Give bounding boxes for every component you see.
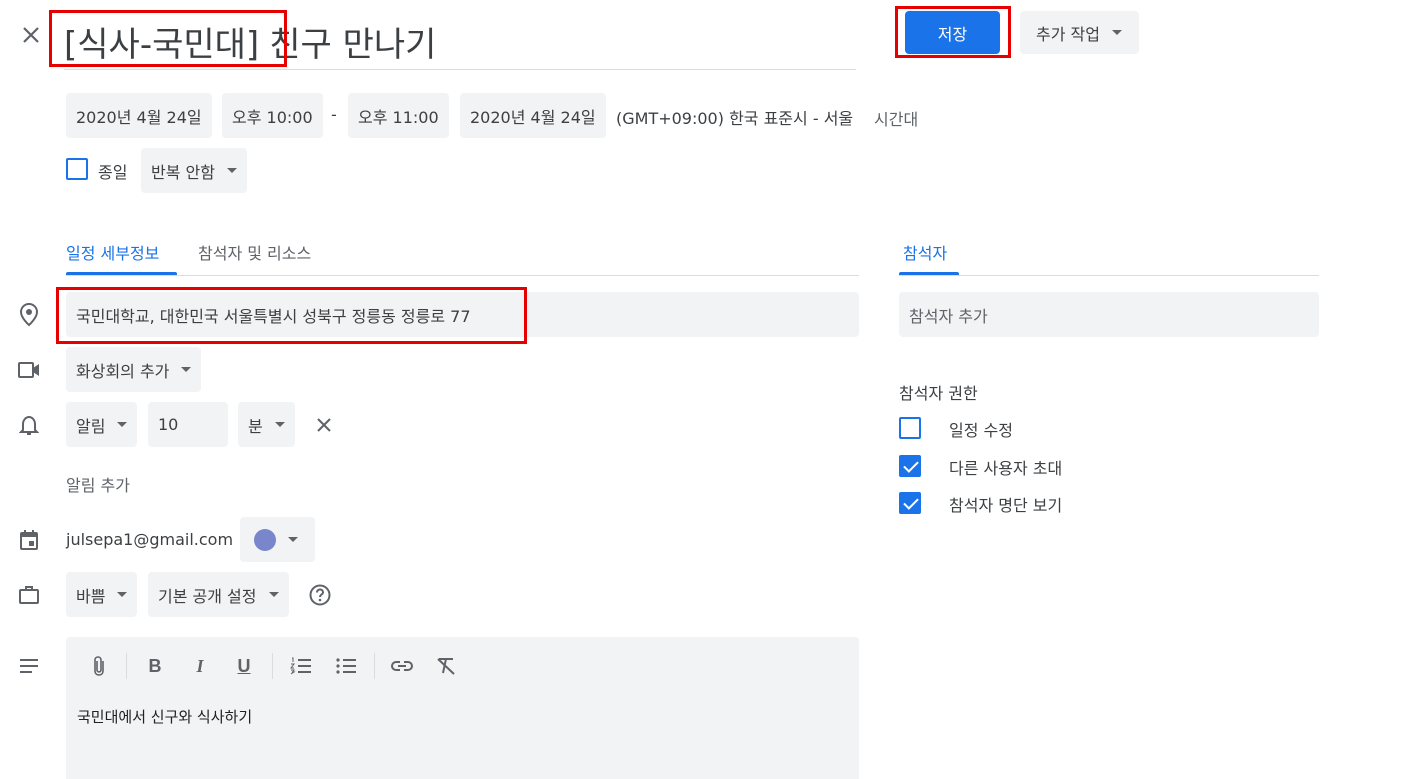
more-actions-label: 추가 작업 bbox=[1036, 24, 1100, 44]
description-icon bbox=[17, 654, 41, 678]
add-notification-link[interactable]: 알림 추가 bbox=[66, 472, 130, 496]
close-button[interactable] bbox=[19, 23, 43, 47]
event-title-prefix: [식사-국민대] bbox=[64, 25, 260, 65]
notification-type-text: 알림 bbox=[76, 416, 106, 436]
start-date-field[interactable]: 2020년 4월 24일 bbox=[66, 93, 212, 138]
end-time-text: 오후 11:00 bbox=[358, 107, 439, 127]
close-icon bbox=[317, 418, 331, 432]
numbered-list-button[interactable] bbox=[286, 651, 316, 681]
event-color-dropdown[interactable] bbox=[240, 517, 315, 562]
bold-button[interactable]: B bbox=[140, 651, 170, 681]
location-text: 국민대학교, 대한민국 서울특별시 성북구 정릉동 정릉로 77 bbox=[76, 306, 471, 326]
help-icon[interactable] bbox=[308, 583, 332, 607]
notification-unit-dropdown[interactable]: 분 bbox=[238, 402, 295, 447]
italic-button[interactable]: I bbox=[185, 651, 215, 681]
permission-label: 다른 사용자 초대 bbox=[949, 459, 1063, 478]
permission-invite-others-checkbox[interactable] bbox=[899, 455, 921, 477]
start-date-text: 2020년 4월 24일 bbox=[76, 107, 202, 127]
attachment-button[interactable] bbox=[84, 651, 114, 681]
guest-permissions-title: 참석자 권한 bbox=[899, 384, 978, 403]
description-text: 국민대에서 신구와 식사하기 bbox=[77, 708, 253, 726]
start-time-field[interactable]: 오후 10:00 bbox=[222, 93, 323, 138]
notification-type-dropdown[interactable]: 알림 bbox=[66, 402, 138, 447]
toolbar-separator bbox=[272, 653, 273, 679]
link-icon bbox=[390, 661, 414, 671]
insert-link-button[interactable] bbox=[387, 651, 417, 681]
underline-button[interactable]: U bbox=[229, 651, 259, 681]
location-pin-icon bbox=[17, 303, 41, 327]
chevron-down-icon bbox=[274, 422, 285, 427]
repeat-dropdown[interactable]: 반복 안함 bbox=[141, 148, 247, 193]
busy-status-dropdown[interactable]: 바쁨 bbox=[66, 572, 138, 617]
permission-modify-event-checkbox[interactable] bbox=[899, 417, 921, 439]
add-conference-label: 화상회의 추가 bbox=[76, 361, 170, 381]
permission-see-guest-list-checkbox[interactable] bbox=[899, 492, 921, 514]
toolbar-separator bbox=[126, 653, 127, 679]
save-button-label: 저장 bbox=[937, 24, 968, 44]
chevron-down-icon bbox=[117, 592, 128, 597]
event-color-swatch bbox=[254, 528, 276, 551]
allday-label: 종일 bbox=[98, 163, 128, 182]
guests-tabs-divider bbox=[899, 275, 1319, 276]
visibility-dropdown[interactable]: 기본 공개 설정 bbox=[148, 572, 289, 617]
remove-notification-button[interactable] bbox=[312, 413, 336, 437]
video-camera-icon bbox=[17, 358, 41, 382]
repeat-selected-text: 반복 안함 bbox=[151, 162, 215, 182]
toolbar-separator bbox=[374, 653, 375, 679]
timezone-link[interactable]: 시간대 bbox=[874, 106, 918, 130]
end-time-field[interactable]: 오후 11:00 bbox=[348, 93, 449, 138]
notification-amount-input[interactable]: 10 bbox=[148, 402, 228, 447]
time-range-separator: - bbox=[331, 105, 337, 124]
more-actions-button[interactable]: 추가 작업 bbox=[1020, 11, 1139, 54]
busy-status-text: 바쁨 bbox=[76, 586, 106, 606]
briefcase-icon bbox=[17, 583, 41, 607]
tab-guests[interactable]: 참석자 bbox=[903, 240, 947, 264]
chevron-down-icon bbox=[268, 592, 279, 597]
remove-formatting-button[interactable] bbox=[431, 651, 461, 681]
bulleted-list-button[interactable] bbox=[331, 651, 361, 681]
bulleted-list-icon bbox=[336, 658, 356, 674]
notification-unit-text: 분 bbox=[248, 416, 263, 436]
location-field[interactable]: 국민대학교, 대한민국 서울특별시 성북구 정릉동 정릉로 77 bbox=[66, 292, 859, 337]
close-icon bbox=[23, 27, 39, 43]
start-time-text: 오후 10:00 bbox=[232, 107, 313, 127]
timezone-text: (GMT+09:00) 한국 표준시 - 서울 bbox=[616, 109, 854, 128]
calendar-icon bbox=[17, 528, 41, 552]
tab-event-details[interactable]: 일정 세부정보 bbox=[66, 240, 159, 264]
save-button[interactable]: 저장 bbox=[905, 11, 1000, 54]
paperclip-icon bbox=[94, 656, 104, 676]
tab-guests-resources[interactable]: 참석자 및 리소스 bbox=[198, 240, 311, 264]
event-title-text: 친구 만나기 bbox=[269, 25, 437, 65]
event-title-field[interactable]: [식사-국민대] 친구 만나기 bbox=[64, 14, 856, 70]
add-conference-dropdown[interactable]: 화상회의 추가 bbox=[66, 347, 202, 392]
visibility-text: 기본 공개 설정 bbox=[158, 586, 257, 606]
chevron-down-icon bbox=[1111, 30, 1122, 35]
tabs-divider bbox=[66, 275, 859, 276]
permission-label: 일정 수정 bbox=[949, 421, 1013, 440]
permission-label: 참석자 명단 보기 bbox=[949, 496, 1063, 515]
end-date-text: 2020년 4월 24일 bbox=[470, 107, 596, 127]
numbered-list-icon bbox=[290, 657, 311, 675]
calendar-account-text: julsepa1@gmail.com bbox=[66, 530, 234, 549]
chevron-down-icon bbox=[288, 537, 298, 542]
add-guests-input[interactable]: 참석자 추가 bbox=[899, 292, 1319, 337]
allday-checkbox[interactable] bbox=[66, 158, 88, 180]
chevron-down-icon bbox=[181, 367, 192, 372]
add-guests-placeholder: 참석자 추가 bbox=[909, 306, 988, 326]
notification-amount-text: 10 bbox=[158, 415, 179, 434]
bell-icon bbox=[17, 413, 41, 437]
chevron-down-icon bbox=[226, 168, 237, 173]
chevron-down-icon bbox=[117, 422, 128, 427]
clear-format-icon bbox=[437, 658, 455, 675]
end-date-field[interactable]: 2020년 4월 24일 bbox=[460, 93, 606, 138]
